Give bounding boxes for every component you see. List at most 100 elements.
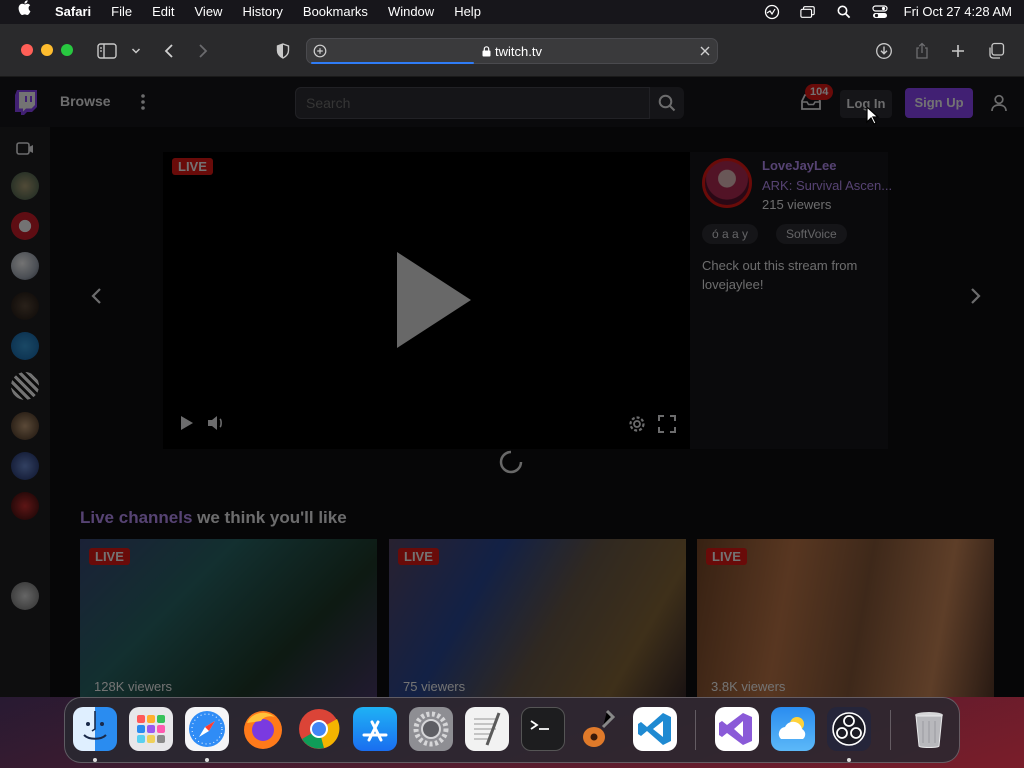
sidebar-channel-avatar[interactable] bbox=[11, 252, 39, 280]
channel-card-thumbnail[interactable]: LIVE 3.8K viewers bbox=[697, 539, 994, 697]
volume-icon[interactable] bbox=[207, 415, 225, 431]
web-page-content: Browse 104 Log In Sign Up bbox=[0, 77, 1024, 697]
section-heading: Live channels we think you'll like bbox=[80, 508, 347, 528]
page-load-progress bbox=[311, 62, 474, 64]
live-badge: LIVE bbox=[706, 548, 747, 565]
menu-window[interactable]: Window bbox=[378, 0, 444, 24]
activity-monitor-icon[interactable] bbox=[764, 4, 780, 20]
channel-name[interactable]: LoveJayLee bbox=[762, 158, 836, 173]
dock-firefox-icon[interactable] bbox=[241, 707, 285, 751]
screen-mirroring-icon[interactable] bbox=[799, 4, 816, 20]
menu-bar: Safari File Edit View History Bookmarks … bbox=[0, 0, 1024, 24]
forward-button-icon[interactable] bbox=[192, 40, 214, 62]
stop-loading-icon[interactable] bbox=[699, 45, 711, 57]
dock-trash-icon[interactable] bbox=[907, 707, 951, 751]
browse-link[interactable]: Browse bbox=[60, 93, 111, 109]
recommended-channels-sidebar bbox=[0, 127, 50, 697]
dock-terminal-icon[interactable] bbox=[521, 707, 565, 751]
dock-safari-icon[interactable] bbox=[185, 707, 229, 751]
dock-finder-icon[interactable] bbox=[73, 707, 117, 751]
running-indicator bbox=[205, 758, 209, 762]
lock-icon bbox=[482, 46, 491, 57]
carousel-next-icon[interactable] bbox=[968, 287, 982, 305]
game-title[interactable]: ARK: Survival Ascen... bbox=[762, 178, 892, 193]
dock-system-settings-icon[interactable] bbox=[409, 707, 453, 751]
stream-tag[interactable]: ó a a y bbox=[702, 224, 759, 244]
back-button-icon[interactable] bbox=[158, 40, 180, 62]
dock-app-store-icon[interactable] bbox=[353, 707, 397, 751]
dock-weather-icon[interactable] bbox=[771, 707, 815, 751]
user-menu-icon[interactable] bbox=[990, 94, 1008, 112]
section-heading-link[interactable]: Live channels bbox=[80, 508, 192, 527]
loading-spinner-icon bbox=[499, 450, 523, 474]
sidebar-channel-avatar[interactable] bbox=[11, 172, 39, 200]
sidebar-channel-avatar[interactable] bbox=[11, 372, 39, 400]
control-center-icon[interactable] bbox=[872, 4, 888, 20]
menu-view[interactable]: View bbox=[185, 0, 233, 24]
card-viewer-count: 128K viewers bbox=[94, 679, 173, 694]
minimize-window-button[interactable] bbox=[41, 44, 53, 56]
menu-edit[interactable]: Edit bbox=[142, 0, 184, 24]
big-play-icon[interactable] bbox=[393, 250, 473, 350]
twitch-logo-icon[interactable] bbox=[14, 89, 38, 115]
channel-avatar[interactable] bbox=[702, 158, 752, 208]
running-indicator bbox=[847, 758, 851, 762]
apple-icon[interactable] bbox=[0, 0, 45, 24]
sidebar-channel-avatar[interactable] bbox=[11, 582, 39, 610]
close-window-button[interactable] bbox=[21, 44, 33, 56]
url-text: twitch.tv bbox=[495, 44, 542, 59]
signup-button[interactable]: Sign Up bbox=[905, 88, 973, 118]
sidebar-channel-avatar[interactable] bbox=[11, 452, 39, 480]
dock-obs-icon[interactable] bbox=[827, 707, 871, 751]
dock-textedit-icon[interactable] bbox=[465, 707, 509, 751]
menu-app-name[interactable]: Safari bbox=[45, 0, 101, 24]
new-tab-icon[interactable] bbox=[947, 40, 969, 62]
menu-bookmarks[interactable]: Bookmarks bbox=[293, 0, 378, 24]
section-heading-text: we think you'll like bbox=[192, 508, 347, 527]
sidebar-channel-avatar[interactable] bbox=[11, 212, 39, 240]
tab-overview-icon[interactable] bbox=[985, 40, 1007, 62]
card-viewer-count: 3.8K viewers bbox=[711, 679, 786, 694]
dock-separator bbox=[890, 710, 891, 750]
channel-card-thumbnail[interactable]: LIVE 75 viewers bbox=[389, 539, 686, 697]
channel-card-thumbnail[interactable]: LIVE 128K viewers bbox=[80, 539, 377, 697]
dock-launchpad-icon[interactable] bbox=[129, 707, 173, 751]
sidebar-channel-avatar[interactable] bbox=[11, 332, 39, 360]
player-play-icon[interactable] bbox=[180, 415, 194, 431]
sidebar-toggle-icon[interactable] bbox=[96, 40, 118, 62]
downloads-icon[interactable] bbox=[873, 40, 895, 62]
stream-tag[interactable]: SoftVoice bbox=[776, 224, 847, 244]
menu-help[interactable]: Help bbox=[444, 0, 491, 24]
carousel-previous-icon[interactable] bbox=[90, 287, 104, 305]
live-badge: LIVE bbox=[172, 158, 213, 175]
menu-clock[interactable]: Fri Oct 27 4:28 AM bbox=[898, 0, 1024, 24]
stream-description: Check out this stream from lovejaylee! bbox=[702, 258, 858, 292]
player-settings-icon[interactable] bbox=[628, 415, 646, 433]
dock-vscode-icon[interactable] bbox=[633, 707, 677, 751]
featured-stream-info: LoveJayLee ARK: Survival Ascen... 215 vi… bbox=[690, 152, 892, 449]
dock-garageband-icon[interactable] bbox=[577, 707, 621, 751]
search-button[interactable] bbox=[650, 87, 684, 119]
privacy-shield-icon[interactable] bbox=[272, 40, 294, 62]
dock-visual-studio-icon[interactable] bbox=[715, 707, 759, 751]
url-display[interactable]: twitch.tv bbox=[307, 44, 717, 59]
card-viewer-count: 75 viewers bbox=[403, 679, 466, 694]
spotlight-search-icon[interactable] bbox=[836, 4, 852, 20]
featured-video-player[interactable]: LIVE bbox=[163, 152, 690, 474]
address-bar[interactable]: twitch.tv bbox=[306, 38, 718, 64]
sidebar-channel-avatar[interactable] bbox=[11, 292, 39, 320]
dock-chrome-icon[interactable] bbox=[297, 707, 341, 751]
zoom-window-button[interactable] bbox=[61, 44, 73, 56]
macos-dock bbox=[64, 697, 960, 763]
menu-file[interactable]: File bbox=[101, 0, 142, 24]
more-options-icon[interactable] bbox=[140, 93, 146, 111]
share-icon[interactable] bbox=[911, 40, 933, 62]
sidebar-channel-avatar[interactable] bbox=[11, 492, 39, 520]
sidebar-channel-avatar[interactable] bbox=[11, 412, 39, 440]
live-badge: LIVE bbox=[398, 548, 439, 565]
collapse-sidebar-icon[interactable] bbox=[16, 141, 34, 157]
search-input[interactable] bbox=[295, 87, 650, 119]
menu-history[interactable]: History bbox=[232, 0, 292, 24]
chevron-down-icon[interactable] bbox=[125, 40, 147, 62]
fullscreen-icon[interactable] bbox=[658, 415, 676, 433]
